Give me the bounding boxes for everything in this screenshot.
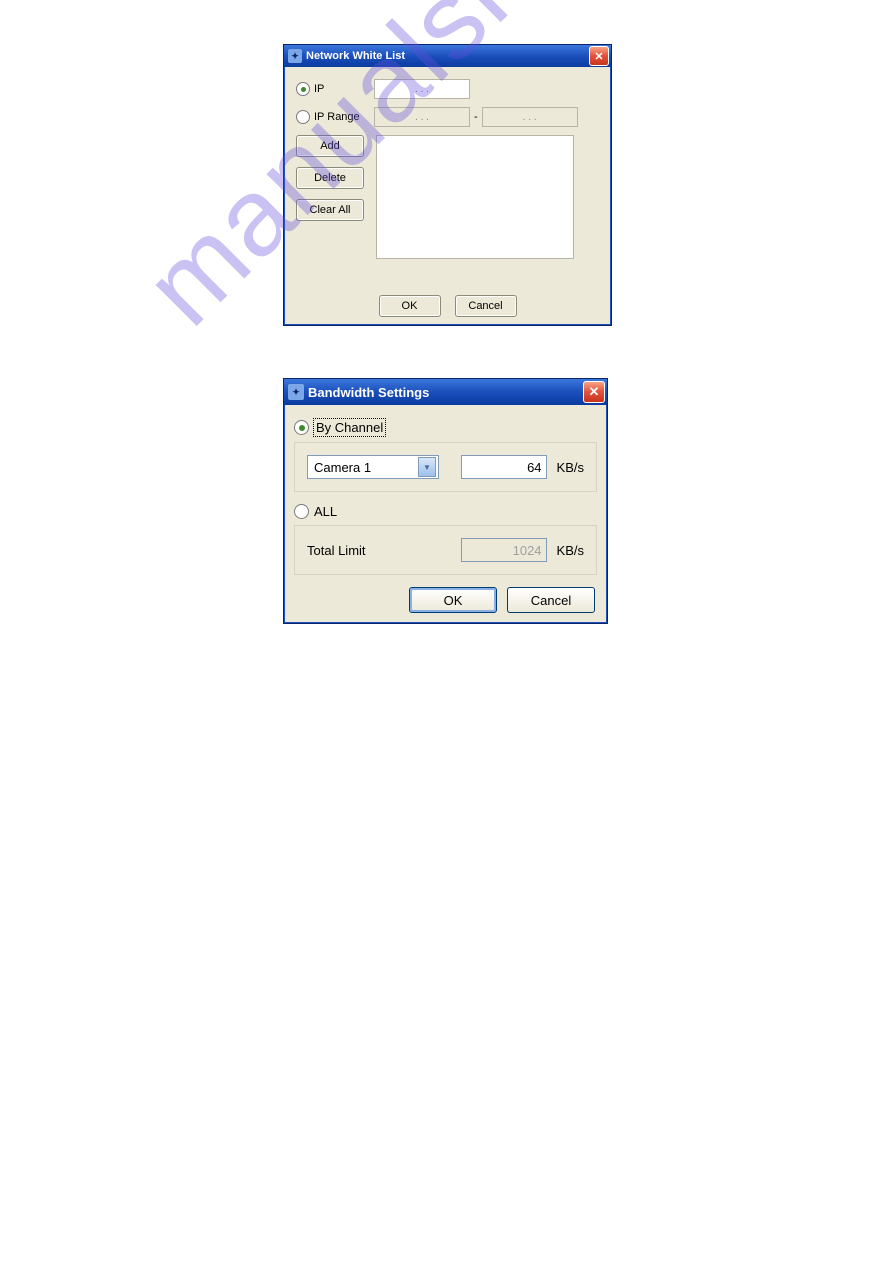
all-radio-label: ALL [314,504,337,519]
by-channel-option-row: By Channel [294,419,597,436]
ip-radio-label: IP [314,83,374,95]
all-group: Total Limit 1024 KB/s [294,525,597,575]
ok-button[interactable]: OK [379,295,441,317]
by-channel-radio-label: By Channel [314,419,385,436]
all-radio[interactable] [294,504,309,519]
dialog-title: Network White List [306,50,589,62]
dialog-button-row: OK Cancel [284,295,611,317]
close-icon: ✕ [594,50,603,63]
dialog-button-row: OK Cancel [294,587,597,613]
all-option-row: ALL [294,504,597,519]
dialog-title: Bandwidth Settings [308,385,583,400]
delete-button[interactable]: Delete [296,167,364,189]
titlebar[interactable]: ✦ Network White List ✕ [284,45,611,67]
ip-option-row: IP . . . [296,79,599,99]
ok-button[interactable]: OK [409,587,497,613]
unit-label: KB/s [557,460,584,475]
ip-radio[interactable] [296,82,310,96]
by-channel-radio[interactable] [294,420,309,435]
ip-range-option-row: IP Range . . . - . . . [296,107,599,127]
ip-range-radio[interactable] [296,110,310,124]
ip-input[interactable]: . . . [374,79,470,99]
camera-select-value: Camera 1 [314,460,371,475]
titlebar[interactable]: ✦ Bandwidth Settings ✕ [284,379,607,405]
channel-limit-input[interactable]: 64 [461,455,547,479]
close-icon: ✕ [589,384,600,400]
ip-listbox[interactable] [376,135,574,259]
bandwidth-settings-dialog: ✦ Bandwidth Settings ✕ By Channel Camera… [283,378,608,624]
ip-range-from-input[interactable]: . . . [374,107,470,127]
total-limit-input: 1024 [461,538,547,562]
camera-select[interactable]: Camera 1 ▼ [307,455,439,479]
add-button[interactable]: Add [296,135,364,157]
close-button[interactable]: ✕ [583,381,605,403]
chevron-down-icon: ▼ [418,457,436,477]
action-buttons-column: Add Delete Clear All [296,135,364,221]
dialog-body: IP . . . IP Range . . . - . . . Add Dele… [284,67,611,325]
cancel-button[interactable]: Cancel [507,587,595,613]
app-icon: ✦ [288,49,302,63]
app-icon: ✦ [288,384,304,400]
cancel-button[interactable]: Cancel [455,295,517,317]
ip-range-radio-label: IP Range [314,111,374,123]
ip-range-to-input[interactable]: . . . [482,107,578,127]
by-channel-group: Camera 1 ▼ 64 KB/s [294,442,597,492]
unit-label: KB/s [557,543,584,558]
network-white-list-dialog: ✦ Network White List ✕ IP . . . IP Range… [283,44,612,326]
clear-all-button[interactable]: Clear All [296,199,364,221]
ip-range-separator: - [474,111,478,123]
close-button[interactable]: ✕ [589,46,609,66]
dialog-body: By Channel Camera 1 ▼ 64 KB/s ALL Total … [284,405,607,623]
total-limit-label: Total Limit [307,543,451,558]
